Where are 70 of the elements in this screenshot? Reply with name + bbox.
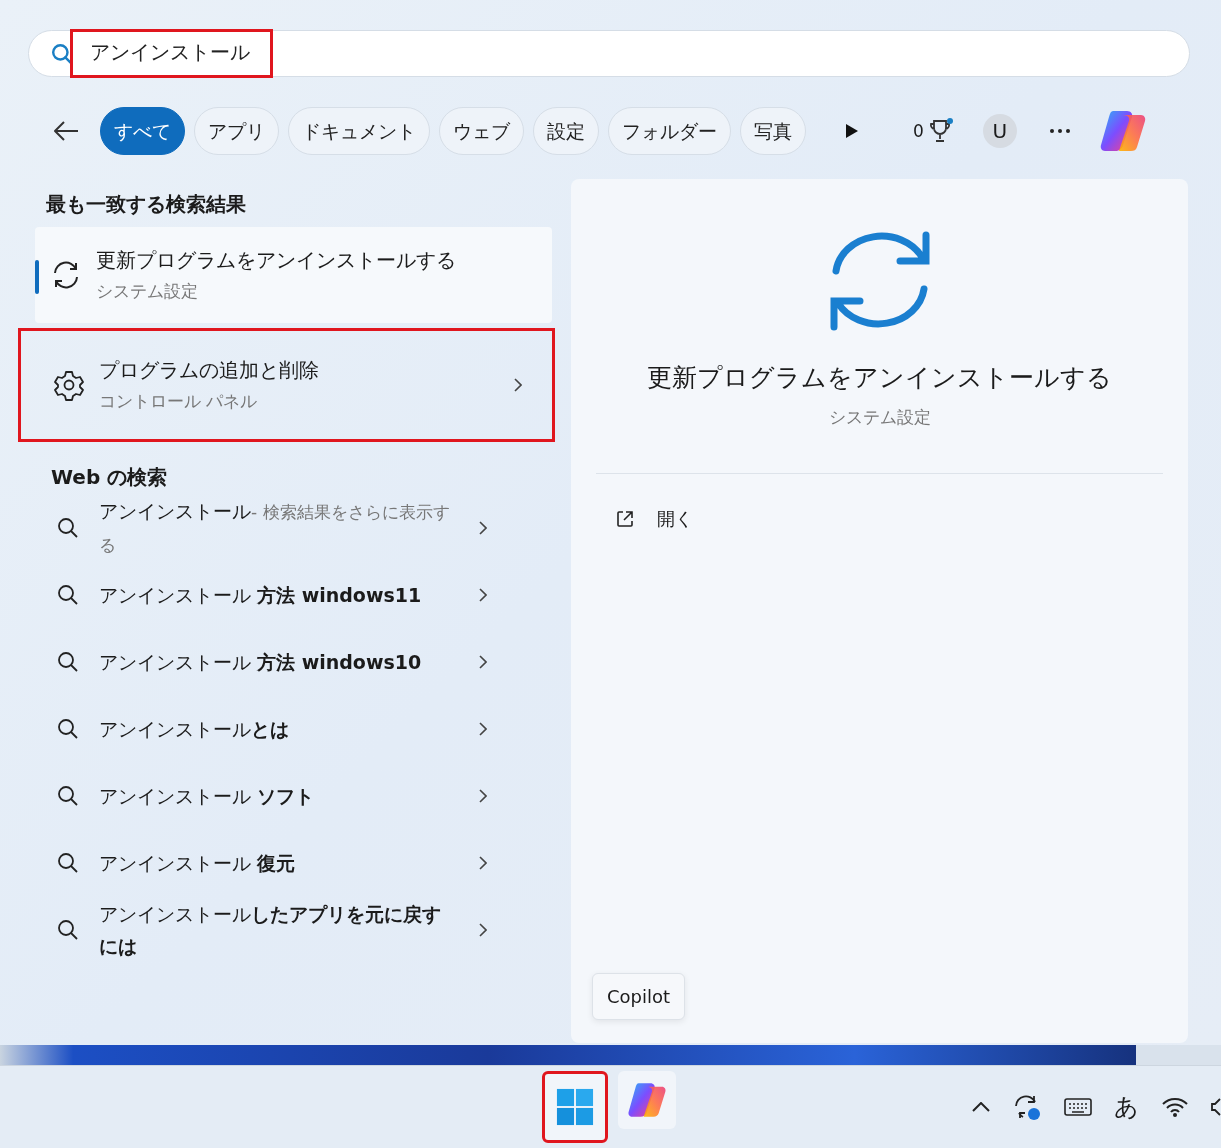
keyboard-icon[interactable] bbox=[1064, 1097, 1092, 1117]
preview-subtitle: システム設定 bbox=[828, 406, 931, 429]
section-heading: Web の検索 bbox=[51, 464, 169, 491]
trophy-icon[interactable] bbox=[928, 118, 953, 144]
tooltip: Copilot bbox=[592, 973, 686, 1020]
filter-tab[interactable]: アプリ bbox=[194, 107, 279, 155]
result-item[interactable]: プログラムの追加と削除 コントロール パネル bbox=[18, 328, 555, 442]
web-search-item[interactable]: アンインストール 方法 windows10 bbox=[57, 628, 525, 695]
open-external-icon bbox=[615, 509, 635, 529]
chevron-up-icon[interactable] bbox=[972, 1102, 990, 1112]
search-icon bbox=[57, 784, 79, 807]
ime-indicator[interactable]: あ bbox=[1114, 1091, 1139, 1123]
speaker-icon[interactable] bbox=[1211, 1096, 1221, 1118]
filter-tab[interactable]: 写真 bbox=[740, 107, 806, 155]
web-search-text: アンインストール 方法 windows10 bbox=[99, 649, 423, 675]
preview-title: 更新プログラムをアンインストールする bbox=[647, 362, 1112, 394]
search-icon bbox=[57, 717, 79, 740]
selection-indicator bbox=[35, 260, 39, 294]
chevron-right-icon bbox=[479, 520, 487, 535]
search-icon bbox=[51, 42, 73, 65]
result-subtitle: システム設定 bbox=[96, 280, 199, 303]
filter-tab[interactable]: ドキュメント bbox=[288, 107, 430, 155]
web-search-text: アンインストールしたアプリを元に戻すには bbox=[99, 901, 442, 959]
sync-icon[interactable] bbox=[1012, 1092, 1042, 1122]
web-search-text: アンインストール 方法 windows11 bbox=[99, 582, 423, 608]
points-count: 0 bbox=[913, 121, 924, 141]
filter-tab[interactable]: ウェブ bbox=[439, 107, 524, 155]
web-search-item[interactable]: アンインストールとは bbox=[57, 695, 525, 762]
search-icon bbox=[57, 516, 79, 539]
wifi-icon[interactable] bbox=[1161, 1096, 1189, 1118]
web-search-text: アンインストール 復元 bbox=[99, 850, 297, 876]
filter-tab[interactable]: すべて bbox=[100, 107, 185, 155]
filter-tab[interactable]: 設定 bbox=[533, 107, 599, 155]
search-icon bbox=[57, 583, 79, 606]
web-search-text: アンインストール- 検索結果をさらに表示する bbox=[99, 498, 451, 557]
user-avatar[interactable]: U bbox=[982, 114, 1017, 148]
web-search-item[interactable]: アンインストール- 検索結果をさらに表示する bbox=[57, 494, 525, 561]
chevron-right-icon bbox=[479, 654, 487, 669]
search-icon bbox=[57, 851, 79, 874]
chevron-right-icon bbox=[479, 721, 487, 736]
chevron-right-icon bbox=[479, 788, 487, 803]
web-search-text: アンインストールとは bbox=[99, 716, 290, 742]
settings-icon bbox=[53, 369, 85, 401]
chevron-right-icon bbox=[514, 378, 522, 392]
more-icon[interactable] bbox=[1048, 128, 1071, 134]
taskbar-button[interactable] bbox=[618, 1071, 676, 1129]
section-heading: 最も一致する検索結果 bbox=[46, 191, 247, 218]
back-arrow-icon[interactable] bbox=[52, 119, 80, 143]
result-title: プログラムの追加と削除 bbox=[99, 357, 320, 384]
windows-logo-icon bbox=[556, 1088, 594, 1126]
search-field[interactable]: アンインストール bbox=[28, 30, 1190, 77]
chevron-right-icon bbox=[479, 922, 487, 937]
play-icon[interactable] bbox=[845, 123, 859, 139]
web-search-item[interactable]: アンインストール 復元 bbox=[57, 829, 525, 896]
open-action[interactable]: 開く bbox=[615, 507, 693, 531]
web-search-item[interactable]: アンインストール ソフト bbox=[57, 762, 525, 829]
result-item[interactable]: 更新プログラムをアンインストールする システム設定 bbox=[35, 227, 552, 323]
web-search-item[interactable]: アンインストールしたアプリを元に戻すには bbox=[57, 896, 525, 963]
chevron-right-icon bbox=[479, 587, 487, 602]
copilot-logo-icon bbox=[627, 1080, 667, 1120]
filter-tab[interactable]: フォルダー bbox=[608, 107, 731, 155]
search-icon bbox=[57, 918, 79, 941]
result-title: 更新プログラムをアンインストールする bbox=[96, 247, 457, 274]
search-icon bbox=[57, 650, 79, 673]
web-search-text: アンインストール ソフト bbox=[99, 783, 316, 809]
search-query: アンインストール bbox=[70, 29, 273, 78]
result-subtitle: コントロール パネル bbox=[99, 390, 259, 413]
web-search-item[interactable]: アンインストール 方法 windows11 bbox=[57, 561, 525, 628]
chevron-right-icon bbox=[479, 855, 487, 870]
taskbar-button[interactable] bbox=[542, 1071, 608, 1143]
